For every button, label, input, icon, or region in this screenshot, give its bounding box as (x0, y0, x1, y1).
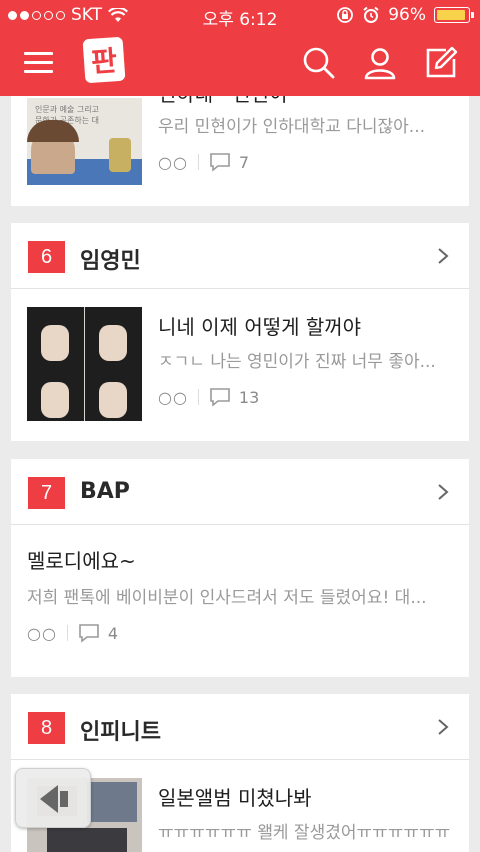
post-preview: ㅈㄱㄴ 나는 영민이가 진짜 너무 좋아... (158, 352, 436, 372)
category-card: 6 임영민 니네 이제 어떻게 할꺼야 ㅈㄱㄴ 나는 영민이가 진짜 너무 좋아… (11, 223, 469, 441)
rotation-lock-icon (337, 7, 354, 23)
chevron-right-icon (438, 248, 449, 264)
comment-icon (210, 388, 230, 407)
category-header[interactable]: 8 인피니트 (11, 694, 469, 760)
rank-badge: 8 (28, 712, 65, 744)
category-header[interactable]: 7 BAP (11, 459, 469, 525)
comment-count: 4 (107, 623, 119, 643)
user-icon[interactable] (363, 46, 397, 80)
category-header[interactable]: 6 임영민 (11, 223, 469, 289)
chevron-right-icon (438, 719, 449, 735)
category-card: 7 BAP 멜로디에요~ 저희 팬톡에 베이비분이 인사드려서 저도 들렸어요!… (11, 459, 469, 677)
post-thumbnail (27, 307, 142, 421)
category-title: BAP (80, 479, 130, 504)
pann-logo[interactable]: 판 (82, 36, 126, 84)
status-bar: SKT 오후 6:12 96% (0, 0, 480, 32)
reaction-icon: ○○ (158, 152, 188, 172)
search-icon[interactable] (302, 46, 336, 80)
compose-icon[interactable] (424, 46, 458, 80)
category-title: 임영민 (80, 249, 141, 274)
post-title: 멜로디에요~ (27, 549, 136, 573)
menu-icon[interactable] (24, 50, 53, 74)
battery-icon (434, 7, 474, 23)
post-title: 니네 이제 어떻게 할꺼야 (158, 315, 362, 339)
post-title: 일본앨범 미쳤나봐 (158, 786, 312, 810)
post-meta: ○○ 13 (158, 387, 259, 407)
comment-icon (79, 624, 99, 643)
nav-bar: 판 (0, 32, 480, 96)
reaction-icon: ○○ (158, 387, 188, 407)
rank-badge: 6 (28, 241, 65, 273)
back-button[interactable] (15, 768, 91, 828)
post-preview: ㅠㅠㅠㅠㅠㅠ 왤케 잘생겼어ㅠㅠㅠㅠㅠㅠㅠㅠ... (158, 823, 450, 843)
alarm-icon (363, 6, 379, 23)
post-meta: ○○ 7 (158, 152, 249, 172)
reaction-icon: ○○ (27, 623, 57, 643)
chevron-right-icon (438, 484, 449, 500)
comment-count: 13 (238, 387, 260, 407)
post-meta: ○○ 4 (27, 623, 118, 643)
app-header: SKT 오후 6:12 96% 판 (0, 0, 480, 96)
post-thumbnail: 인문과 예술 그리고 문화가 공존하는 대학 (27, 98, 142, 185)
comment-count: 7 (238, 152, 250, 172)
rank-badge: 7 (28, 477, 65, 509)
battery-percent: 96% (388, 5, 426, 25)
back-arrow-icon (40, 785, 68, 813)
post-preview: 우리 민현이가 인하대학교 다니잖아... (158, 117, 426, 137)
comment-icon (210, 153, 230, 172)
category-title: 인피니트 (80, 720, 161, 745)
post-preview: 저희 팬톡에 베이비분이 인사드려서 저도 들렸어요! 대... (27, 588, 427, 608)
